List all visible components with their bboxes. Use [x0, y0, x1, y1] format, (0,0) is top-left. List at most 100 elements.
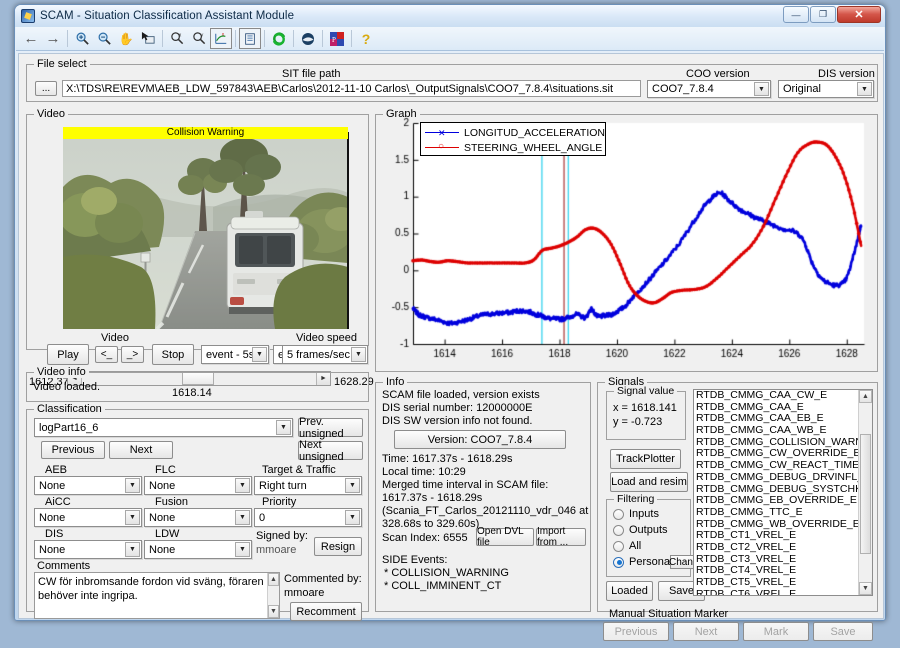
flc-value: None: [149, 480, 175, 492]
help-icon[interactable]: ?: [355, 28, 377, 49]
signal-list-item[interactable]: RTDB_CMMG_TTC_E: [694, 507, 858, 519]
zoom-y-icon[interactable]: y: [188, 28, 210, 49]
chevron-down-icon[interactable]: ▼: [235, 542, 250, 557]
prev-unsigned-button[interactable]: Prev. unsigned: [298, 418, 363, 437]
fusion-select[interactable]: None ▼: [144, 508, 252, 527]
next-unsigned-button[interactable]: Next unsigned: [298, 441, 363, 460]
play-button[interactable]: Play: [47, 344, 89, 365]
chevron-down-icon[interactable]: ▼: [754, 82, 769, 96]
filter-label-all: All: [629, 540, 641, 552]
chevron-down-icon[interactable]: ▼: [235, 478, 250, 493]
dis-value: None: [39, 544, 65, 556]
aicc-select[interactable]: None ▼: [34, 508, 142, 527]
sit-path-input[interactable]: X:\TDS\RE\REVM\AEB_LDW_597843\AEB\Carlos…: [62, 80, 641, 97]
resign-button[interactable]: Resign: [314, 537, 362, 556]
zoom-x-icon[interactable]: x: [166, 28, 188, 49]
colormap-icon[interactable]: P: [326, 28, 348, 49]
chevron-down-icon[interactable]: ▼: [125, 478, 140, 493]
event-start-offset-value: event - 5s: [206, 349, 254, 361]
signal-list-item[interactable]: RTDB_CT3_VREL_E: [694, 554, 858, 566]
recomment-button[interactable]: Recomment: [290, 602, 362, 621]
signal-list-item[interactable]: RTDB_CMMG_DEBUG_SYSTCHK_E: [694, 484, 858, 496]
maximize-button[interactable]: ❐: [810, 6, 836, 23]
coo-version-select[interactable]: COO7_7.8.4 ▼: [647, 80, 771, 98]
scrollbar-thumb[interactable]: [860, 434, 871, 554]
forward-arrow-icon[interactable]: →: [42, 28, 64, 49]
zoom-in-icon[interactable]: [71, 28, 93, 49]
scroll-down-icon[interactable]: ▼: [859, 582, 872, 595]
ldw-select[interactable]: None ▼: [144, 540, 252, 559]
data-cursor-icon[interactable]: [137, 28, 159, 49]
signal-list-item[interactable]: RTDB_CT5_VREL_E: [694, 577, 858, 589]
comments-scrollbar[interactable]: ▲ ▼: [267, 573, 279, 618]
signal-list-item[interactable]: RTDB_CMMG_COLLISION_WARNING_E: [694, 437, 858, 449]
file-select-group: File select SIT file path COO version DI…: [26, 64, 878, 102]
signal-list-item[interactable]: RTDB_CMMG_WB_OVERRIDE_E: [694, 519, 858, 531]
filter-radio-personal[interactable]: Personal: [613, 556, 672, 568]
chevron-down-icon[interactable]: ▼: [276, 420, 291, 435]
priority-select[interactable]: 0 ▼: [254, 508, 362, 527]
comments-textarea[interactable]: CW för inbromsande fordon vid sväng, för…: [34, 572, 280, 619]
signal-list-item[interactable]: RTDB_CMMG_CAA_E: [694, 402, 858, 414]
chevron-down-icon[interactable]: ▼: [125, 542, 140, 557]
signal-list-item[interactable]: RTDB_CMMG_CAA_CW_E: [694, 390, 858, 402]
signal-list-item[interactable]: RTDB_CT2_VREL_E: [694, 542, 858, 554]
signal-listbox[interactable]: RTDB_CMMG_CAA_CW_ERTDB_CMMG_CAA_ERTDB_CM…: [693, 389, 873, 596]
minimize-button[interactable]: —: [783, 6, 809, 23]
stop-button[interactable]: Stop: [152, 344, 194, 365]
pan-hand-icon[interactable]: ✋: [115, 28, 137, 49]
signal-list-item[interactable]: RTDB_CT6_VREL_E: [694, 589, 858, 596]
event-start-offset-select[interactable]: event - 5s ▼: [201, 345, 269, 364]
signal-list-item[interactable]: RTDB_CMMG_CAA_WB_E: [694, 425, 858, 437]
signal-x-value: x = 1618.141: [613, 402, 677, 414]
filter-radio-inputs[interactable]: Inputs: [613, 508, 659, 520]
log-select[interactable]: logPart16_6 ▼: [34, 418, 293, 437]
chevron-down-icon[interactable]: ▼: [857, 82, 872, 96]
previous-button[interactable]: Previous: [41, 441, 105, 459]
chevron-down-icon[interactable]: ▼: [345, 510, 360, 525]
signal-list-rows[interactable]: RTDB_CMMG_CAA_CW_ERTDB_CMMG_CAA_ERTDB_CM…: [694, 390, 858, 596]
step-back-button[interactable]: <_: [95, 346, 118, 363]
back-arrow-icon[interactable]: ←: [20, 28, 42, 49]
chevron-down-icon[interactable]: ▼: [351, 347, 366, 362]
signal-list-item[interactable]: RTDB_CT4_VREL_E: [694, 565, 858, 577]
chevron-down-icon[interactable]: ▼: [252, 347, 267, 362]
signal-list-item[interactable]: RTDB_CMMG_DEBUG_DRVINFL_E: [694, 472, 858, 484]
globe-icon[interactable]: [297, 28, 319, 49]
scroll-up-icon[interactable]: ▲: [859, 390, 872, 403]
signal-list-item[interactable]: RTDB_CT1_VREL_E: [694, 530, 858, 542]
flc-select[interactable]: None ▼: [144, 476, 252, 495]
chevron-down-icon[interactable]: ▼: [235, 510, 250, 525]
plot-edit-icon[interactable]: x: [210, 28, 232, 49]
trackplotter-button[interactable]: TrackPlotter: [610, 449, 681, 469]
open-dvl-file-button[interactable]: Open DVL file: [476, 528, 534, 546]
signal-list-item[interactable]: RTDB_CMMG_EB_OVERRIDE_E: [694, 495, 858, 507]
signal-list-item[interactable]: RTDB_CMMG_CW_OVERRIDE_E: [694, 448, 858, 460]
scroll-down-icon[interactable]: ▼: [268, 605, 279, 618]
step-forward-button[interactable]: _>: [121, 346, 144, 363]
browse-button[interactable]: ...: [35, 81, 57, 96]
aeb-select[interactable]: None ▼: [34, 476, 142, 495]
book-icon[interactable]: [239, 28, 261, 49]
signal-list-item[interactable]: RTDB_CMMG_CW_REACT_TIME_E: [694, 460, 858, 472]
chevron-down-icon[interactable]: ▼: [125, 510, 140, 525]
version-button[interactable]: Version: COO7_7.8.4: [394, 430, 566, 449]
video-speed-select[interactable]: 5 frames/sec ▼: [282, 345, 368, 364]
load-and-resim-button[interactable]: Load and resim: [610, 472, 688, 492]
info-line-1: SCAM file loaded, version exists: [382, 389, 540, 401]
loaded-button[interactable]: Loaded: [606, 581, 653, 601]
dis-select[interactable]: None ▼: [34, 540, 142, 559]
refresh-icon[interactable]: [268, 28, 290, 49]
target-traffic-select[interactable]: Right turn ▼: [254, 476, 362, 495]
dis-version-select[interactable]: Original ▼: [778, 80, 874, 98]
next-button[interactable]: Next: [109, 441, 173, 459]
import-from-button[interactable]: Import from ...: [536, 528, 586, 546]
signal-list-scrollbar[interactable]: ▲ ▼: [858, 390, 872, 595]
close-button[interactable]: ✕: [837, 6, 881, 23]
filter-radio-all[interactable]: All: [613, 540, 641, 552]
signal-list-item[interactable]: RTDB_CMMG_CAA_EB_E: [694, 413, 858, 425]
scroll-up-icon[interactable]: ▲: [268, 573, 279, 586]
zoom-out-icon[interactable]: [93, 28, 115, 49]
chevron-down-icon[interactable]: ▼: [345, 478, 360, 493]
filter-radio-outputs[interactable]: Outputs: [613, 524, 668, 536]
